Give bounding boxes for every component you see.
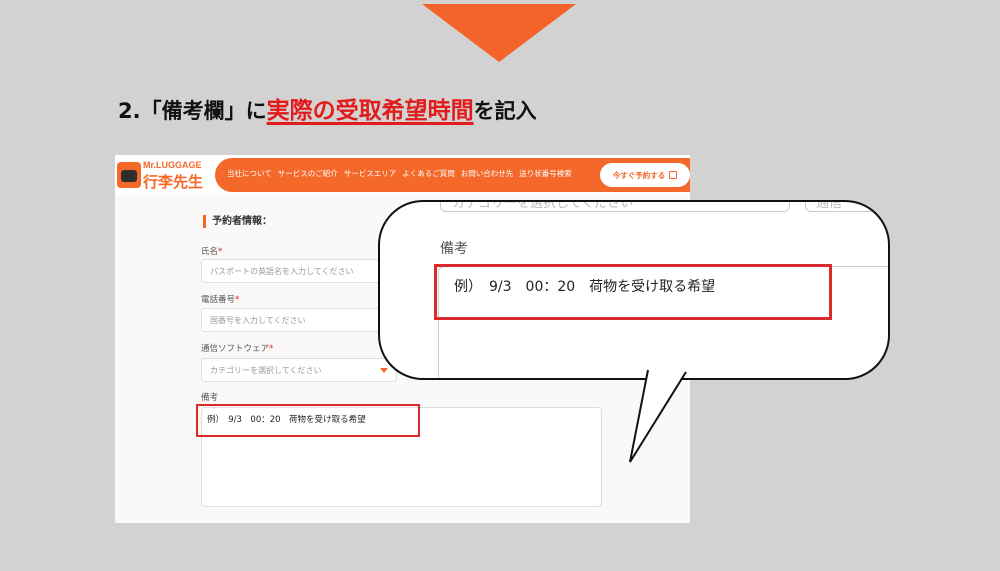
step-heading-suffix: を記入 xyxy=(473,99,537,123)
step-heading-highlight: 実際の受取希望時間 xyxy=(266,98,474,124)
nav-item-service-area[interactable]: サービスエリア xyxy=(344,168,397,179)
app-select[interactable]: カテゴリーを選択してください xyxy=(201,358,397,382)
required-mark: * xyxy=(235,295,240,305)
callout-notes-label: 備考 xyxy=(440,241,468,257)
step-heading: 2.「備考欄」に 実際の受取希望時間 を記入 xyxy=(118,95,537,125)
name-label-text: 氏名 xyxy=(201,247,219,257)
phone-label-text: 電話番号 xyxy=(201,295,236,305)
step-heading-prefix: 2.「備考欄」に xyxy=(118,99,267,123)
phone-label: 電話番号* xyxy=(201,293,239,305)
edit-icon xyxy=(669,171,678,179)
logo-english: Mr.LUGGAGE xyxy=(143,160,202,170)
app-label: 通信ソフトウェア* xyxy=(201,342,273,354)
app-placeholder: カテゴリーを選択してください xyxy=(210,365,322,375)
logo-japanese: 行李先生 xyxy=(143,173,204,191)
nav-item-faq[interactable]: よくあるご質問 xyxy=(402,168,455,179)
reserve-button-label: 今すぐ予約する xyxy=(612,170,666,180)
down-arrow-icon xyxy=(422,4,576,62)
zoom-callout: カテゴリーを選択してください 通信 備考 例） 9/3 00：20 荷物を受け取… xyxy=(378,200,890,380)
name-label: 氏名* xyxy=(201,245,222,257)
phone-placeholder: 国番号を入力してください xyxy=(210,315,306,325)
nav-item-tracking[interactable]: 送り状番号検索 xyxy=(519,168,572,179)
nav-item-services[interactable]: サービスのご紹介 xyxy=(278,168,338,179)
required-mark: * xyxy=(269,344,274,354)
form-section-title: 予約者情報： xyxy=(203,215,272,228)
nav-item-contact[interactable]: お問い合わせ先 xyxy=(461,168,514,179)
logo[interactable]: Mr.LUGGAGE 行李先生 xyxy=(117,160,217,192)
name-placeholder: パスポートの英語名を入力してください xyxy=(210,266,354,276)
callout-select-placeholder: カテゴリーを選択してください xyxy=(452,200,634,211)
callout-highlight-box xyxy=(434,264,832,320)
app-label-text: 通信ソフトウェア xyxy=(201,344,270,354)
required-mark: * xyxy=(218,247,223,257)
highlight-box xyxy=(196,404,420,437)
nav-item-about[interactable]: 当社について xyxy=(227,168,272,179)
main-nav: 当社について サービスのご紹介 サービスエリア よくあるご質問 お問い合わせ先 … xyxy=(227,168,572,179)
callout-tail xyxy=(629,369,687,463)
notes-label: 備考 xyxy=(201,393,219,403)
site-header: Mr.LUGGAGE 行李先生 当社について サービスのご紹介 サービスエリア … xyxy=(115,155,690,195)
callout-app-placeholder: 通信 xyxy=(816,200,843,211)
luggage-icon xyxy=(117,162,141,188)
reserve-button[interactable]: 今すぐ予約する xyxy=(600,163,690,187)
